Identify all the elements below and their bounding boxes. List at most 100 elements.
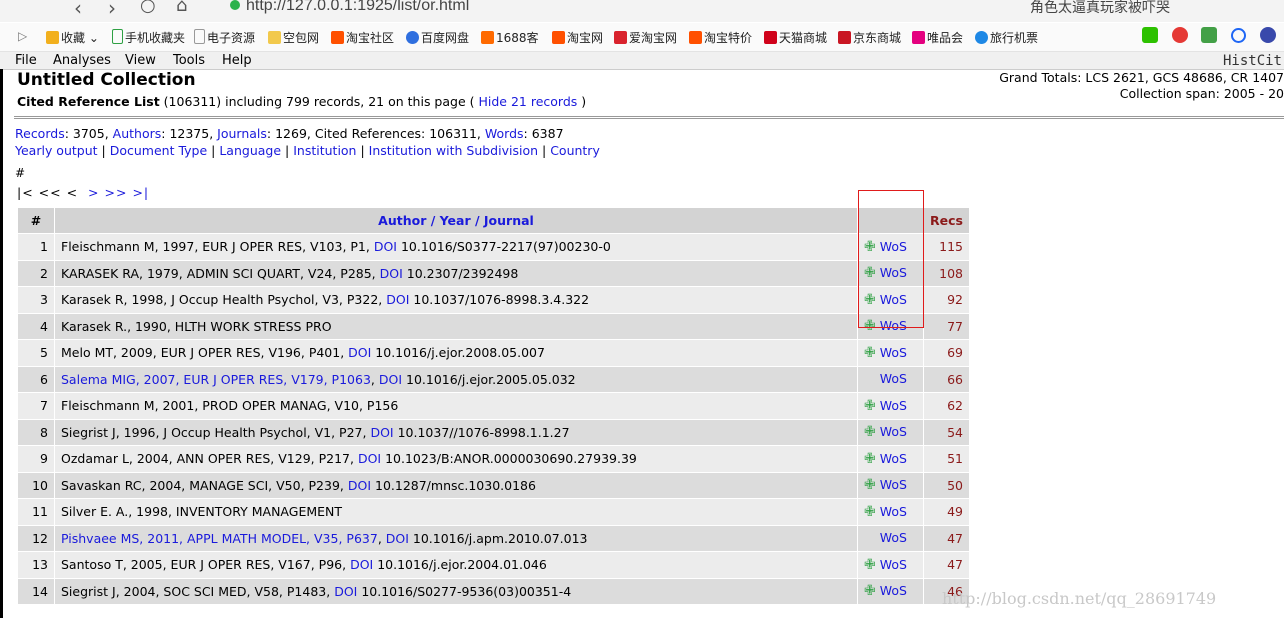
- doi-value: 10.1016/S0377-2217(97)00230-0: [397, 239, 611, 255]
- bookmark-item[interactable]: 京东商城: [838, 29, 901, 46]
- bookmark-item[interactable]: 手机收藏夹: [112, 29, 185, 46]
- gift-icon[interactable]: [1171, 27, 1188, 43]
- records-link[interactable]: Records: [15, 126, 65, 141]
- add-record-icon[interactable]: ✙: [864, 451, 876, 467]
- recs-count[interactable]: 66: [923, 365, 970, 393]
- row-number: 1: [17, 233, 55, 261]
- wos-link[interactable]: WoS: [880, 530, 907, 545]
- doi-link[interactable]: DOI: [358, 451, 381, 466]
- forward-icon[interactable]: ›: [108, 0, 116, 20]
- reference-cell: Salema MIG, 2007, EUR J OPER RES, V179, …: [54, 365, 858, 393]
- recs-count[interactable]: 115: [923, 233, 970, 261]
- doi-link[interactable]: DOI: [380, 266, 403, 281]
- bookmark-item[interactable]: 1688客: [481, 29, 539, 46]
- bookmark-item[interactable]: 唯品会: [912, 29, 963, 46]
- menu-view[interactable]: View: [125, 53, 156, 68]
- wos-link[interactable]: WoS: [880, 371, 907, 386]
- institution-subdivision-link[interactable]: Institution with Subdivision: [369, 143, 538, 158]
- bookmark-item[interactable]: 空包网: [268, 29, 319, 46]
- add-record-icon[interactable]: ✙: [864, 504, 876, 520]
- yearly-output-link[interactable]: Yearly output: [15, 143, 98, 158]
- menu-file[interactable]: File: [15, 53, 37, 68]
- wos-link[interactable]: WoS: [880, 504, 907, 519]
- journals-link[interactable]: Journals: [217, 126, 267, 141]
- wos-link[interactable]: WoS: [880, 398, 907, 413]
- language-link[interactable]: Language: [219, 143, 281, 158]
- bookmark-item[interactable]: 电子资源: [194, 29, 255, 46]
- doi-link[interactable]: DOI: [379, 372, 402, 387]
- menu-analyses[interactable]: Analyses: [53, 53, 111, 68]
- country-link[interactable]: Country: [550, 143, 600, 158]
- institution-link[interactable]: Institution: [293, 143, 356, 158]
- doi-link[interactable]: DOI: [348, 345, 371, 360]
- pager-prev[interactable]: <: [67, 185, 78, 200]
- pager-prevprev[interactable]: <<: [39, 185, 62, 200]
- wos-link[interactable]: WoS: [880, 557, 907, 572]
- bookmark-item[interactable]: 百度网盘: [406, 29, 469, 46]
- home-icon[interactable]: ⌂: [176, 0, 187, 16]
- news-ticker[interactable]: 角色太逼真玩家被吓哭: [1030, 0, 1170, 17]
- words-link[interactable]: Words: [485, 126, 524, 141]
- sidebar-toggle-icon[interactable]: ▷: [18, 29, 27, 43]
- recs-count[interactable]: 47: [923, 524, 970, 552]
- wos-link[interactable]: WoS: [880, 451, 907, 466]
- recs-count[interactable]: 69: [923, 339, 970, 367]
- recs-count[interactable]: 77: [923, 312, 970, 340]
- authors-link[interactable]: Authors: [113, 126, 162, 141]
- doi-link[interactable]: DOI: [386, 531, 409, 546]
- reference-text[interactable]: Salema MIG, 2007, EUR J OPER RES, V179, …: [61, 372, 371, 387]
- wos-link[interactable]: WoS: [880, 345, 907, 360]
- pager-next[interactable]: >: [88, 185, 99, 200]
- wechat-icon[interactable]: [1141, 27, 1158, 43]
- menu-help[interactable]: Help: [222, 53, 252, 68]
- sort-journal[interactable]: Journal: [484, 213, 534, 228]
- address-bar[interactable]: http://127.0.0.1:1925/list/or.html: [230, 0, 469, 15]
- bookmark-item[interactable]: 旅行机票: [975, 29, 1038, 46]
- recs-count[interactable]: 47: [923, 551, 970, 579]
- doi-link[interactable]: DOI: [374, 239, 397, 254]
- recs-count[interactable]: 62: [923, 392, 970, 420]
- bookmark-item[interactable]: 淘宝社区: [331, 29, 394, 46]
- doi-link[interactable]: DOI: [370, 425, 393, 440]
- add-record-icon[interactable]: ✙: [864, 583, 876, 599]
- refresh-icon[interactable]: ○: [140, 0, 156, 16]
- recs-count[interactable]: 51: [923, 445, 970, 473]
- doi-link[interactable]: DOI: [386, 292, 409, 307]
- sort-author[interactable]: Author: [378, 213, 426, 228]
- add-record-icon[interactable]: ✙: [864, 345, 876, 361]
- recs-count[interactable]: 49: [923, 498, 970, 526]
- wos-link[interactable]: WoS: [880, 583, 907, 598]
- recs-count[interactable]: 92: [923, 286, 970, 314]
- sort-year[interactable]: Year: [440, 213, 471, 228]
- bookmark-item[interactable]: 爱淘宝网: [614, 29, 677, 46]
- table-row: 9 Ozdamar L, 2004, ANN OPER RES, V129, P2…: [17, 445, 970, 473]
- bookmark-item[interactable]: 淘宝特价: [689, 29, 752, 46]
- bookmark-item[interactable]: 淘宝网: [552, 29, 603, 46]
- bookmark-item[interactable]: 收藏 ⌄: [46, 29, 99, 46]
- bookmark-item[interactable]: 天猫商城: [764, 29, 827, 46]
- doi-link[interactable]: DOI: [348, 478, 371, 493]
- hide-records-link[interactable]: Hide 21 records: [478, 94, 577, 109]
- recs-count[interactable]: 108: [923, 259, 970, 287]
- wos-link[interactable]: WoS: [880, 424, 907, 439]
- add-record-icon[interactable]: ✙: [864, 398, 876, 414]
- doi-link[interactable]: DOI: [350, 557, 373, 572]
- extension-icon[interactable]: [1201, 27, 1218, 43]
- menu-tools[interactable]: Tools: [173, 53, 205, 68]
- sort-recs[interactable]: Recs: [923, 207, 970, 234]
- shield-icon[interactable]: [1260, 27, 1276, 43]
- pager-nextnext[interactable]: >>: [105, 185, 128, 200]
- pager-first[interactable]: |<: [17, 185, 34, 200]
- add-record-icon[interactable]: ✙: [864, 477, 876, 493]
- recs-count[interactable]: 54: [923, 418, 970, 446]
- search-icon[interactable]: [1231, 27, 1247, 43]
- reference-text[interactable]: Pishvaee MS, 2011, APPL MATH MODEL, V35,…: [61, 531, 378, 546]
- recs-count[interactable]: 50: [923, 471, 970, 499]
- pager-last[interactable]: >|: [132, 185, 149, 200]
- add-record-icon[interactable]: ✙: [864, 557, 876, 573]
- document-type-link[interactable]: Document Type: [110, 143, 207, 158]
- back-icon[interactable]: ‹: [74, 0, 82, 20]
- doi-link[interactable]: DOI: [334, 584, 357, 599]
- add-record-icon[interactable]: ✙: [864, 424, 876, 440]
- wos-link[interactable]: WoS: [880, 477, 907, 492]
